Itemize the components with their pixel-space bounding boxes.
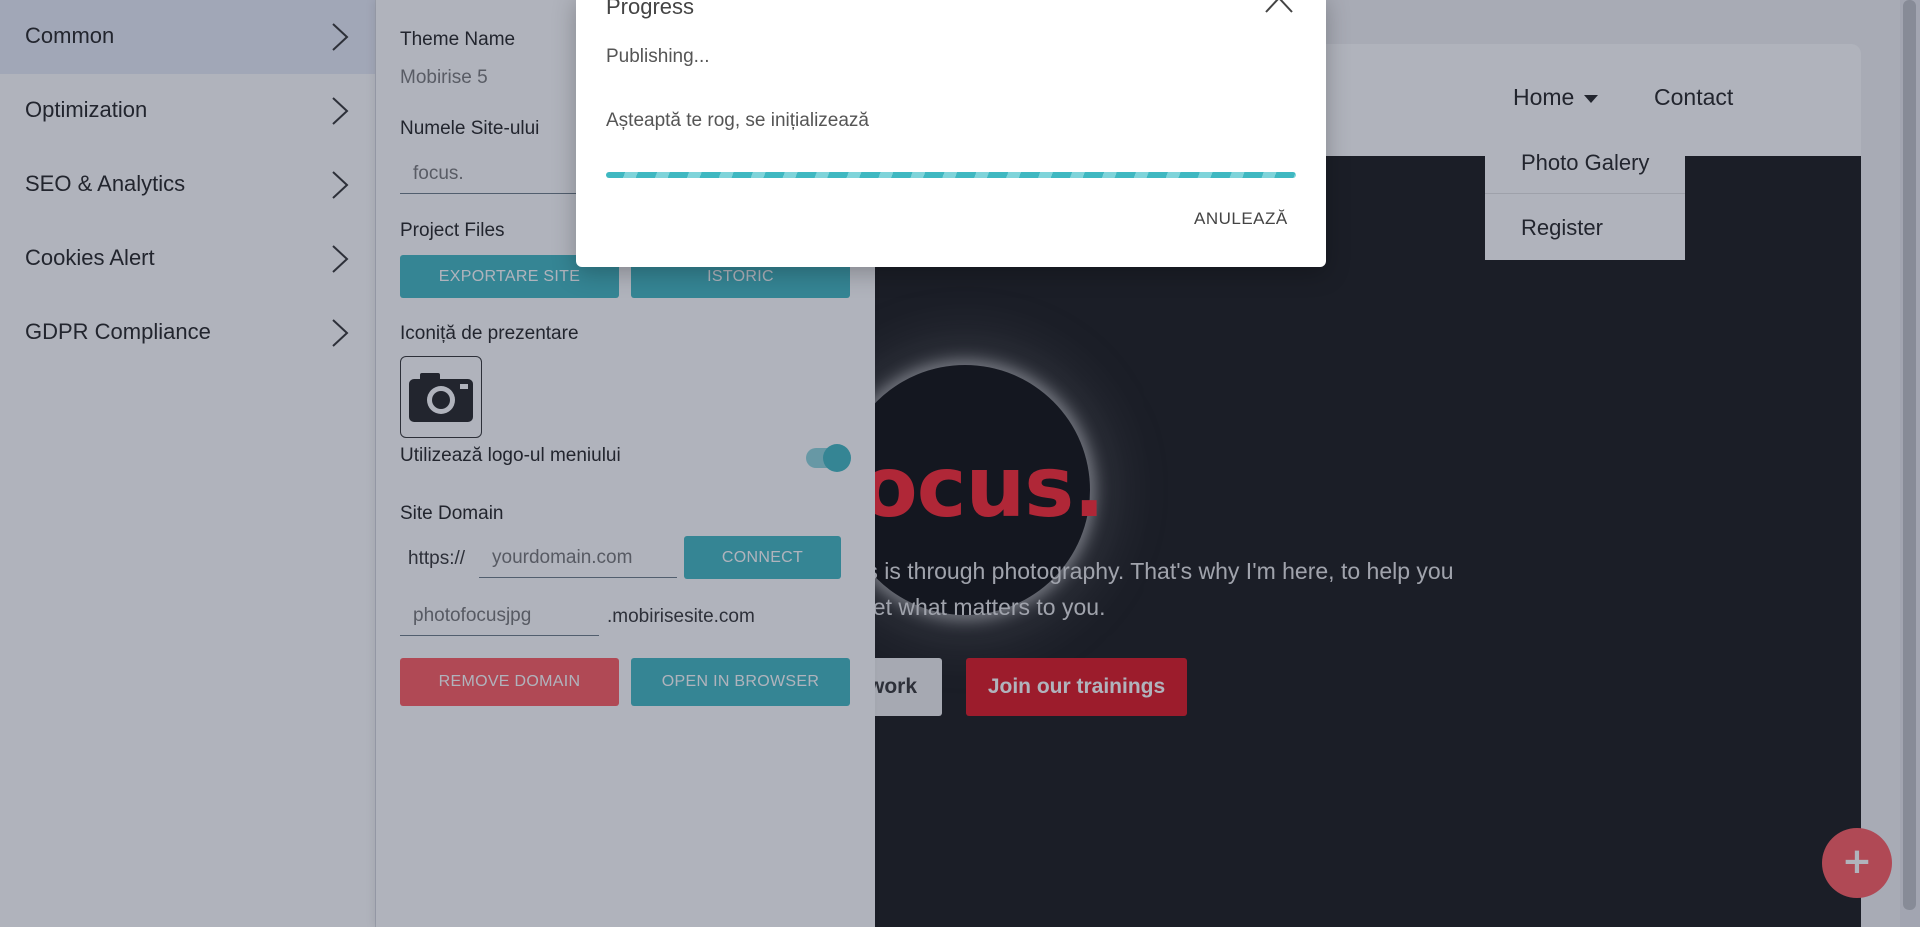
cancel-button[interactable]: ANULEAZĂ (1194, 209, 1288, 229)
close-icon[interactable] (1264, 0, 1294, 14)
dialog-message: Așteaptă te rog, se inițializează (606, 110, 869, 131)
dialog-status-text: Publishing... (606, 46, 710, 67)
progress-bar (606, 172, 1296, 178)
progress-dialog: Progress Publishing... Așteaptă te rog, … (576, 0, 1326, 267)
dialog-title: Progress (606, 0, 695, 19)
